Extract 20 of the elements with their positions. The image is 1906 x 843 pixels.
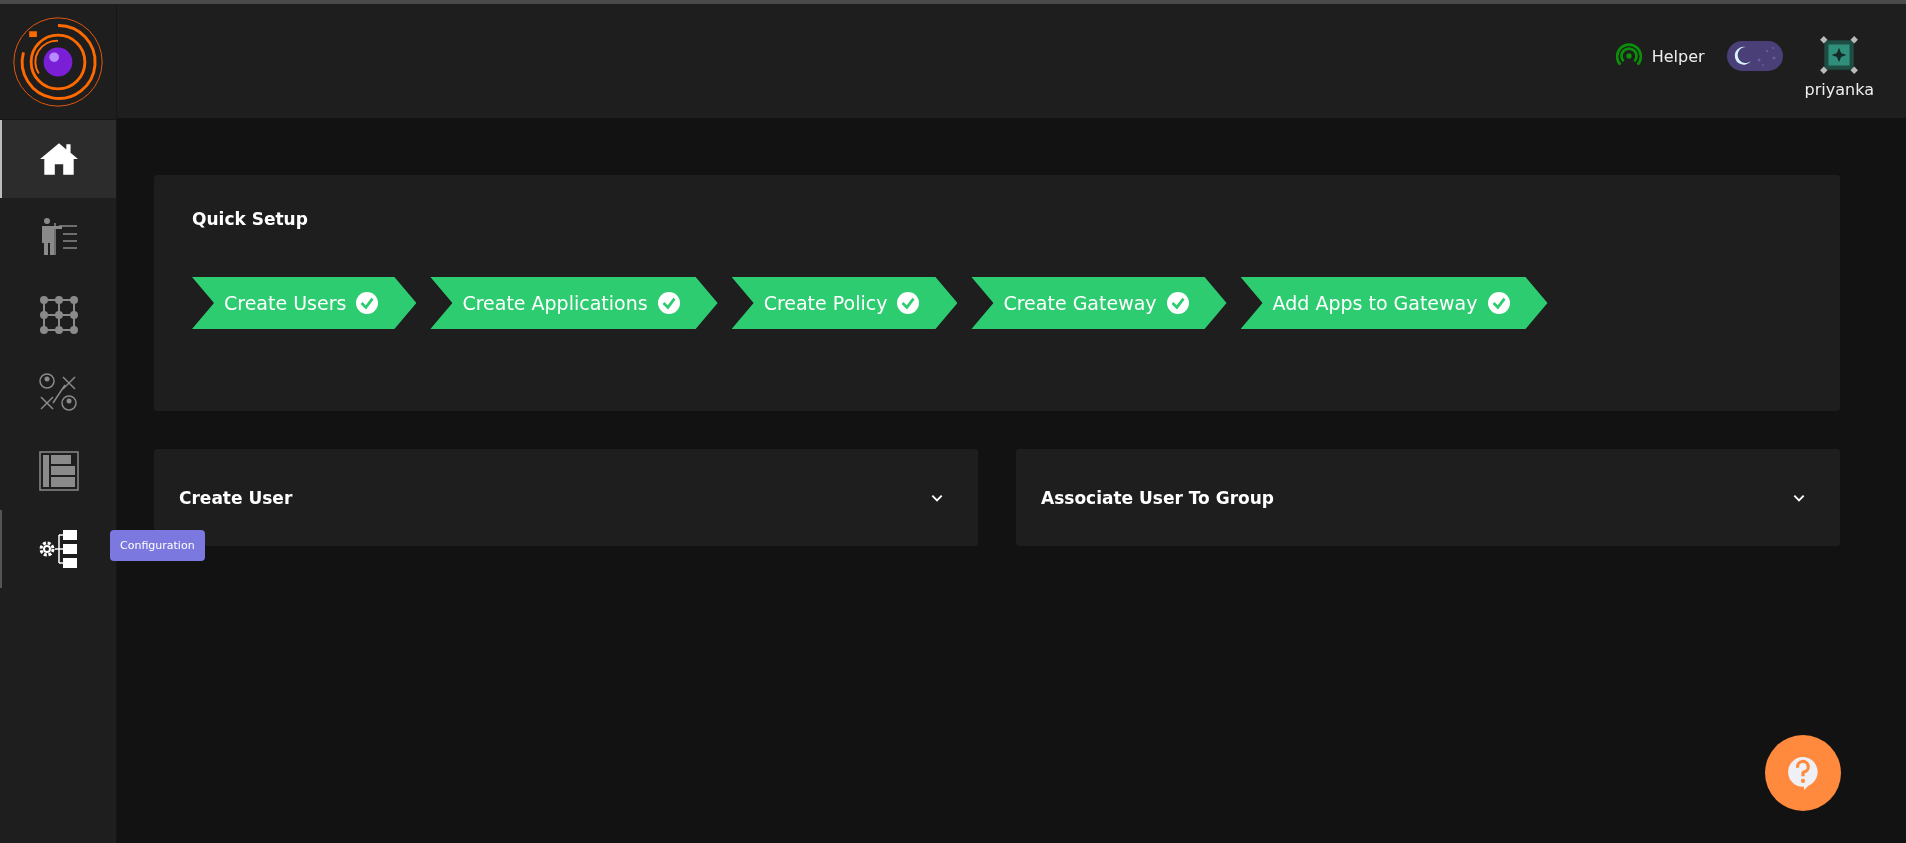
card-title: Quick Setup [192, 209, 309, 229]
document-layout-icon [39, 451, 79, 491]
step-chevron[interactable]: Create Policy [731, 277, 958, 329]
step-chevron[interactable]: Create Applications [430, 277, 718, 329]
grid-icon [39, 295, 79, 335]
gear-folders-icon [39, 529, 79, 569]
theme-toggle[interactable] [1726, 41, 1783, 71]
step-chevron[interactable]: Create Gateway [971, 277, 1227, 329]
accordion-panel[interactable]: Associate User To Group [1016, 449, 1840, 546]
presenter-icon [39, 217, 79, 257]
helper-label[interactable]: Helper [1651, 46, 1705, 66]
tooltip: Configuration [110, 530, 205, 561]
home-icon [38, 141, 80, 177]
sidebar-item[interactable] [0, 120, 116, 198]
step-chevron[interactable]: Add Apps to Gateway [1240, 277, 1548, 329]
help-icon [1787, 756, 1819, 790]
username[interactable]: priyanka [1804, 79, 1874, 99]
step-chevron[interactable]: Create Users [192, 277, 417, 329]
user-network-icon [39, 373, 79, 413]
avatar-icon [1818, 33, 1861, 76]
